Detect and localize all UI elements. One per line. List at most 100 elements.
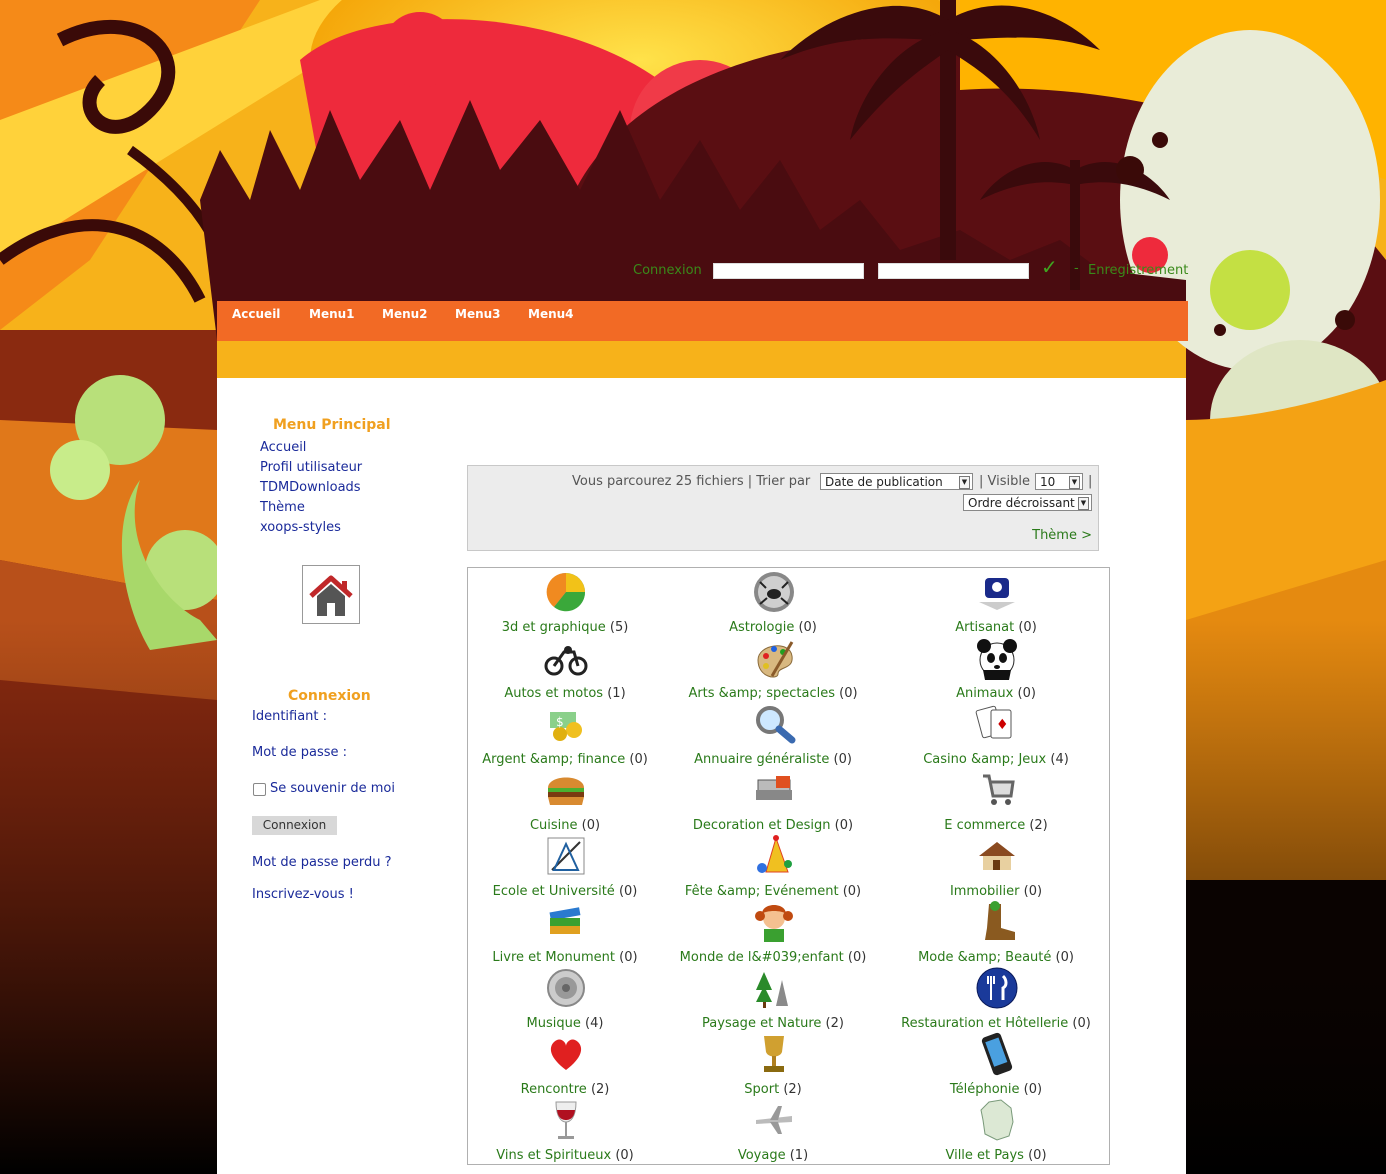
panda-icon[interactable] — [975, 636, 1019, 680]
category-item[interactable]: Cuisine (0) — [458, 768, 672, 834]
motorbike-icon[interactable] — [544, 636, 588, 680]
cutlery-icon[interactable] — [975, 966, 1019, 1010]
category-item[interactable]: E commerce (2) — [889, 768, 1103, 834]
category-name-link[interactable]: Ville et Pays — [945, 1148, 1024, 1163]
party-hat-icon[interactable] — [752, 834, 796, 878]
theme-breadcrumb-link[interactable]: Thème > — [1032, 528, 1092, 543]
pie-chart-icon[interactable] — [544, 570, 588, 614]
sidebar-item-accueil[interactable]: Accueil — [260, 440, 306, 455]
palette-icon[interactable] — [752, 636, 796, 680]
sidebar-item-theme[interactable]: Thème — [260, 500, 305, 515]
category-item[interactable]: Arts &amp; spectacles (0) — [666, 636, 880, 702]
category-name-link[interactable]: Cuisine — [530, 818, 578, 833]
category-item[interactable]: Mode &amp; Beauté (0) — [889, 900, 1103, 966]
category-name-link[interactable]: Musique — [527, 1016, 581, 1031]
books-icon[interactable] — [544, 900, 588, 944]
register-link[interactable]: Inscrivez-vous ! — [252, 887, 354, 902]
category-name-link[interactable]: Voyage — [738, 1148, 786, 1163]
category-name-link[interactable]: Rencontre — [521, 1082, 587, 1097]
phone-icon[interactable] — [975, 1032, 1019, 1076]
remember-me-checkbox[interactable] — [253, 783, 266, 796]
category-item[interactable]: Fête &amp; Evénement (0) — [666, 834, 880, 900]
sidebar-item-xoops-styles[interactable]: xoops-styles — [260, 520, 341, 535]
category-name-link[interactable]: Astrologie — [729, 620, 794, 635]
category-name-link[interactable]: Casino &amp; Jeux — [923, 752, 1046, 767]
category-item[interactable]: Livre et Monument (0) — [458, 900, 672, 966]
heart-icon[interactable] — [544, 1032, 588, 1076]
category-name-link[interactable]: Fête &amp; Evénement — [685, 884, 839, 899]
category-name-link[interactable]: Artisanat — [955, 620, 1014, 635]
artisan-icon[interactable] — [975, 570, 1019, 614]
category-name-link[interactable]: Annuaire généraliste — [694, 752, 829, 767]
category-name-link[interactable]: Vins et Spiritueux — [496, 1148, 611, 1163]
category-name-link[interactable]: Sport — [744, 1082, 779, 1097]
category-name-link[interactable]: Livre et Monument — [492, 950, 615, 965]
header-register-link[interactable]: Enregistrement — [1088, 263, 1188, 278]
category-name-link[interactable]: Animaux — [956, 686, 1013, 701]
lost-password-link[interactable]: Mot de passe perdu ? — [252, 855, 392, 870]
category-item[interactable]: Artisanat (0) — [889, 570, 1103, 636]
category-item[interactable]: Téléphonie (0) — [889, 1032, 1103, 1098]
category-item[interactable]: Decoration et Design (0) — [666, 768, 880, 834]
trophy-icon[interactable] — [752, 1032, 796, 1076]
visible-count-select[interactable]: 10 ▼ — [1035, 473, 1083, 490]
category-name-link[interactable]: Ecole et Université — [493, 884, 615, 899]
category-name-link[interactable]: Paysage et Nature — [702, 1016, 821, 1031]
sofa-icon[interactable] — [752, 768, 796, 812]
category-item[interactable]: Astrologie (0) — [666, 570, 880, 636]
order-select[interactable]: Ordre décroissant ▼ — [963, 494, 1092, 511]
magnifier-icon[interactable] — [752, 702, 796, 746]
nav-item-accueil[interactable]: Accueil — [232, 307, 280, 321]
category-item[interactable]: $ Argent &amp; finance (0) — [458, 702, 672, 768]
sidebar-item-tdmdownloads[interactable]: TDMDownloads — [260, 480, 361, 495]
category-item[interactable]: Voyage (1) — [666, 1098, 880, 1164]
login-submit-check-icon[interactable]: ✓ — [1041, 255, 1058, 279]
home-button[interactable] — [302, 565, 360, 624]
category-name-link[interactable]: E commerce — [944, 818, 1025, 833]
category-name-link[interactable]: Argent &amp; finance — [482, 752, 625, 767]
category-item[interactable]: Paysage et Nature (2) — [666, 966, 880, 1032]
map-icon[interactable] — [975, 1098, 1019, 1142]
category-item[interactable]: Ecole et Université (0) — [458, 834, 672, 900]
category-item[interactable]: Restauration et Hôtellerie (0) — [889, 966, 1103, 1032]
speaker-icon[interactable] — [544, 966, 588, 1010]
category-item[interactable]: Animaux (0) — [889, 636, 1103, 702]
scorpion-icon[interactable] — [752, 570, 796, 614]
category-item[interactable]: Rencontre (2) — [458, 1032, 672, 1098]
category-item[interactable]: Immobilier (0) — [889, 834, 1103, 900]
category-name-link[interactable]: Immobilier — [950, 884, 1020, 899]
playing-cards-icon[interactable]: ♦ — [975, 702, 1019, 746]
nav-item-menu4[interactable]: Menu4 — [528, 307, 574, 321]
category-item[interactable]: Sport (2) — [666, 1032, 880, 1098]
header-username-input[interactable] — [713, 263, 864, 279]
shopping-cart-icon[interactable] — [975, 768, 1019, 812]
house-icon[interactable] — [975, 834, 1019, 878]
sort-by-select[interactable]: Date de publication ▼ — [820, 473, 973, 490]
category-name-link[interactable]: Restauration et Hôtellerie — [901, 1016, 1068, 1031]
category-item[interactable]: ♦ Casino &amp; Jeux (4) — [889, 702, 1103, 768]
category-name-link[interactable]: 3d et graphique — [502, 620, 606, 635]
category-item[interactable]: Vins et Spiritueux (0) — [458, 1098, 672, 1164]
airplane-icon[interactable] — [752, 1098, 796, 1142]
nav-item-menu3[interactable]: Menu3 — [455, 307, 501, 321]
category-item[interactable]: Autos et motos (1) — [458, 636, 672, 702]
category-name-link[interactable]: Téléphonie — [950, 1082, 1020, 1097]
category-item[interactable]: Musique (4) — [458, 966, 672, 1032]
sidebar-item-profil[interactable]: Profil utilisateur — [260, 460, 362, 475]
boot-icon[interactable] — [975, 900, 1019, 944]
login-button[interactable]: Connexion — [252, 816, 337, 835]
child-icon[interactable] — [752, 900, 796, 944]
category-item[interactable]: Annuaire généraliste (0) — [666, 702, 880, 768]
category-name-link[interactable]: Decoration et Design — [693, 818, 831, 833]
trees-icon[interactable] — [752, 966, 796, 1010]
category-name-link[interactable]: Monde de l&#039;enfant — [680, 950, 844, 965]
wine-glass-icon[interactable] — [544, 1098, 588, 1142]
nav-item-menu2[interactable]: Menu2 — [382, 307, 428, 321]
category-name-link[interactable]: Mode &amp; Beauté — [918, 950, 1051, 965]
category-name-link[interactable]: Arts &amp; spectacles — [688, 686, 835, 701]
nav-item-menu1[interactable]: Menu1 — [309, 307, 355, 321]
money-icon[interactable]: $ — [544, 702, 588, 746]
category-name-link[interactable]: Autos et motos — [504, 686, 603, 701]
category-item[interactable]: Monde de l&#039;enfant (0) — [666, 900, 880, 966]
category-item[interactable]: 3d et graphique (5) — [458, 570, 672, 636]
